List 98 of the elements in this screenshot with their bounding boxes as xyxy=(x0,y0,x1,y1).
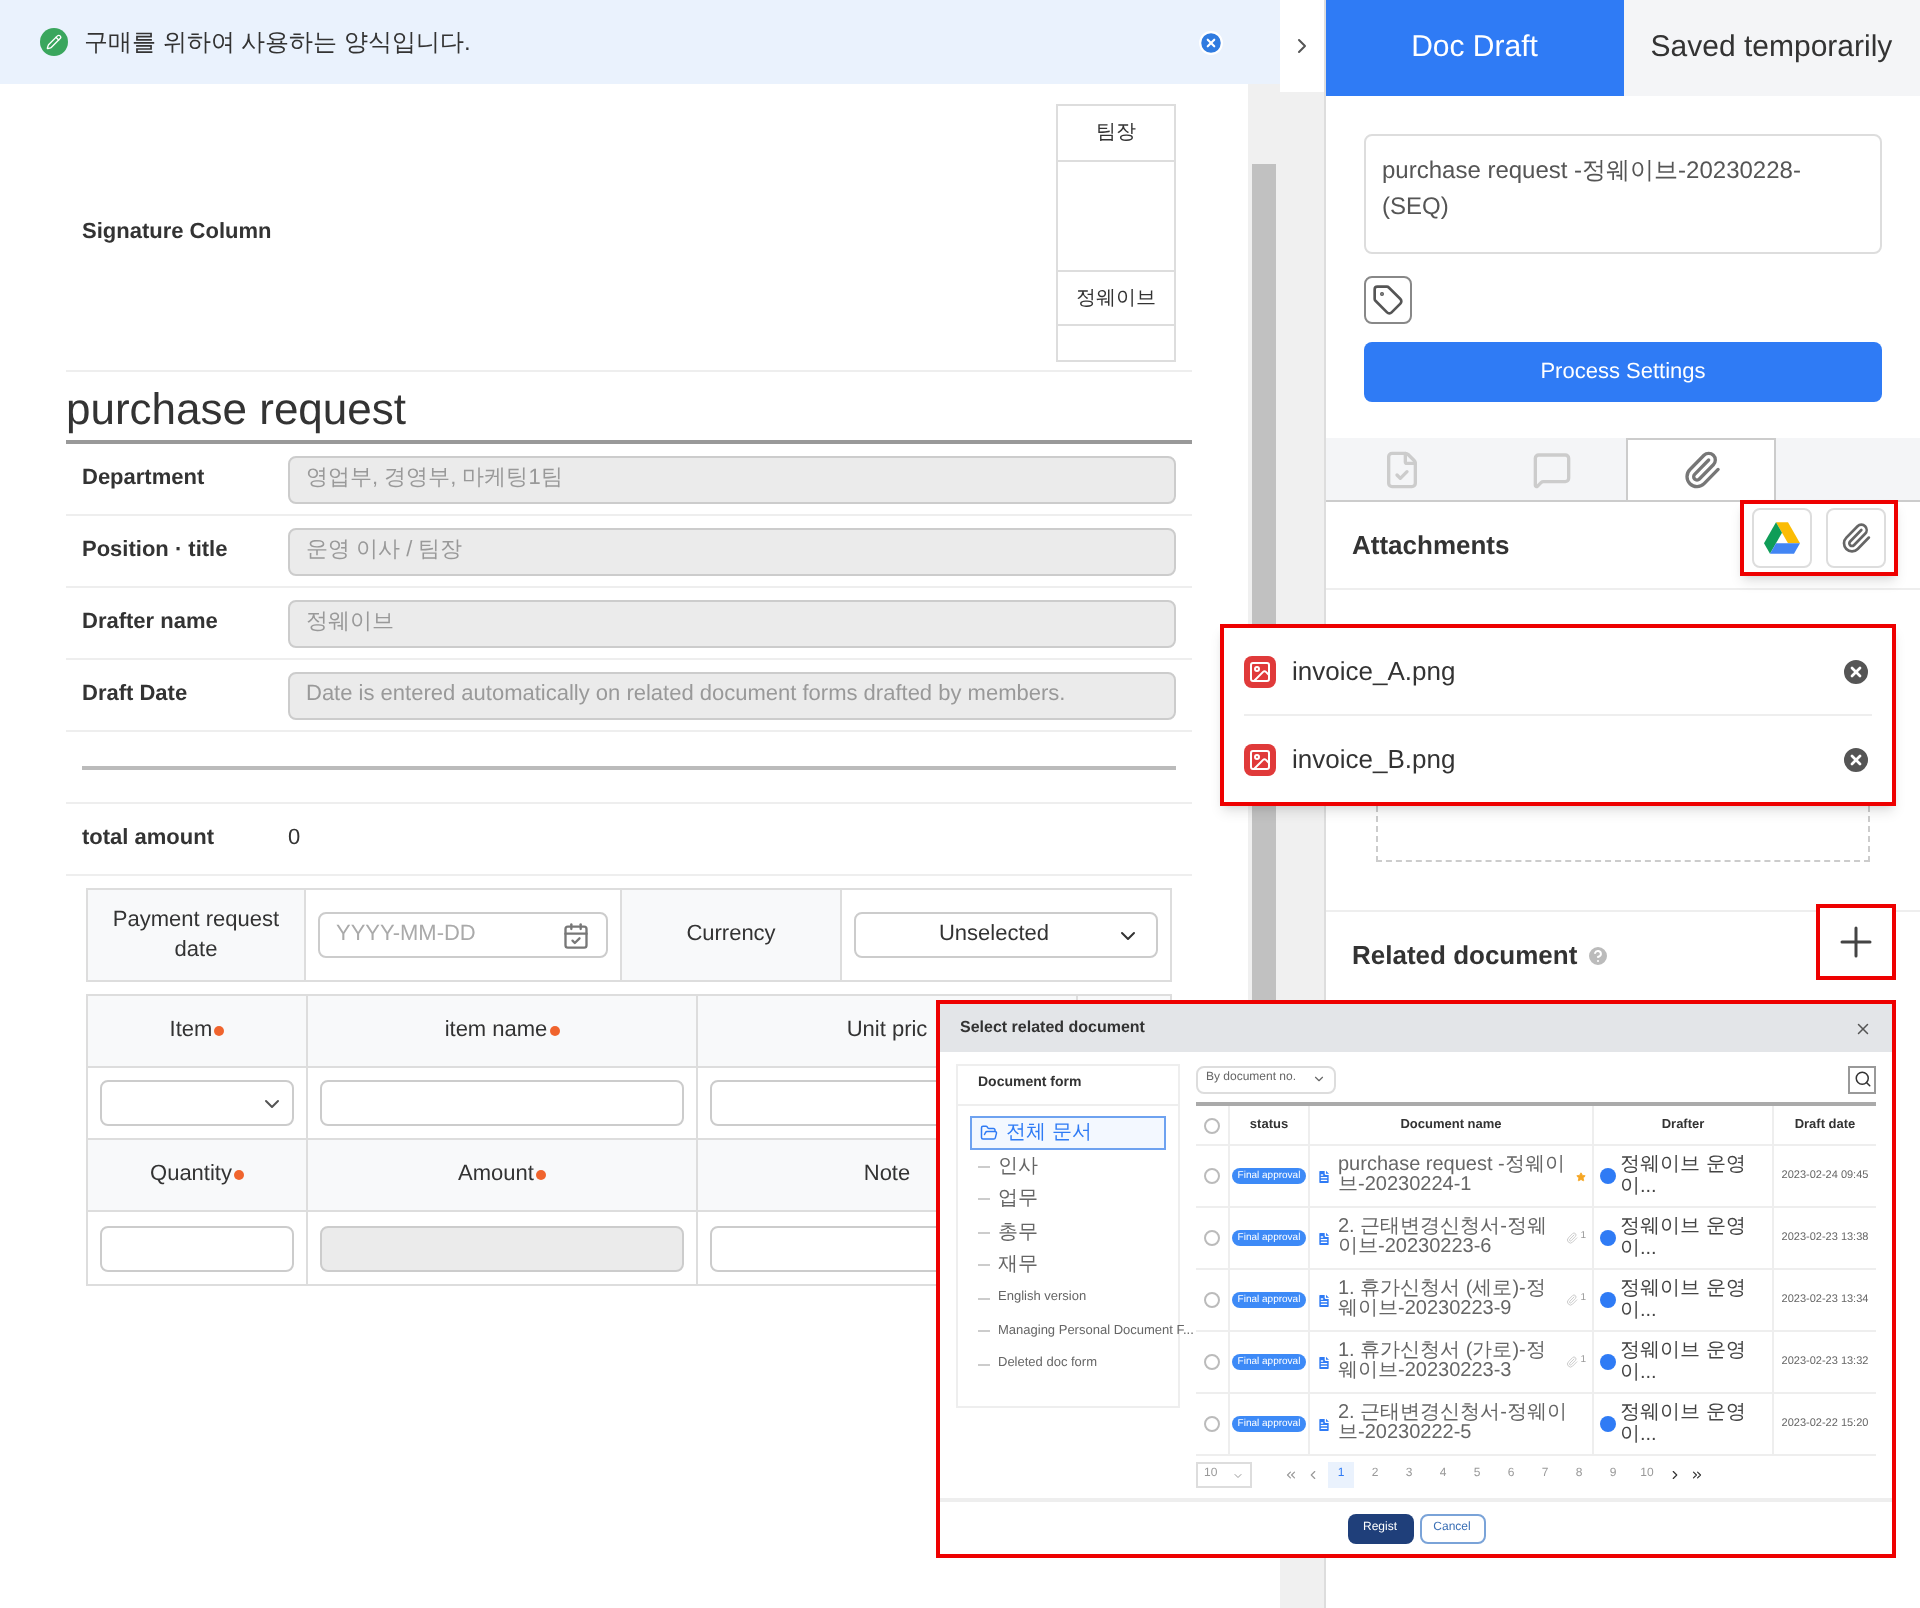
drafter-name: 정웨이브 운영 이... xyxy=(1620,1216,1748,1260)
search-button[interactable] xyxy=(1848,1065,1876,1093)
field-label: Draft Date xyxy=(80,680,190,711)
panel-tab[interactable]: Doc Draft xyxy=(1326,0,1623,96)
drafter-name: 정웨이브 운영 이... xyxy=(1620,1340,1748,1384)
paperclip-icon xyxy=(1566,1232,1579,1244)
tree-item[interactable]: 인사 xyxy=(998,1151,1038,1182)
paperclip-icon xyxy=(1681,450,1721,490)
document-icon xyxy=(1316,1353,1332,1371)
document-name[interactable]: purchase request -정웨이브-20230224-1 xyxy=(1338,1156,1570,1196)
document-icon xyxy=(1316,1291,1332,1309)
notice-text: 구매를 위하여 사용하는 양식입니다. xyxy=(84,26,473,60)
field-value: 영업부, 경영부, 마케팅1팀 xyxy=(288,455,1176,503)
currency-select[interactable]: Unselected xyxy=(854,912,1158,958)
first-page-icon[interactable] xyxy=(1284,1468,1298,1482)
tree-item[interactable]: 총무 xyxy=(998,1217,1038,1248)
item-input[interactable] xyxy=(320,1080,684,1126)
drafter-avatar-icon xyxy=(1600,1292,1616,1308)
total-value: 0 xyxy=(288,824,301,855)
currency-label: Currency xyxy=(622,890,842,980)
panel-icon-tab[interactable] xyxy=(1626,438,1776,500)
paperclip-icon xyxy=(1566,1294,1579,1306)
drafter-name: 정웨이브 운영 이... xyxy=(1620,1154,1748,1198)
tree-item[interactable]: 재무 xyxy=(998,1250,1038,1281)
column-header: Unit pric xyxy=(846,1016,928,1047)
file-name: invoice_B.png xyxy=(1292,741,1458,778)
chevron-down-icon xyxy=(1232,1469,1244,1481)
field-value: 정웨이브 xyxy=(288,599,1176,647)
total-label: total amount xyxy=(80,824,216,855)
select-all-checkbox[interactable] xyxy=(1204,1117,1220,1133)
item-select[interactable] xyxy=(100,1080,294,1126)
signature-name: 정웨이브 xyxy=(1058,272,1174,326)
panel-tab[interactable]: Saved temporarily xyxy=(1623,0,1920,96)
document-check-icon xyxy=(1381,449,1421,489)
column-header: Amount xyxy=(458,1160,534,1191)
help-icon[interactable] xyxy=(1585,943,1610,967)
tree-item[interactable]: 전체 문서 xyxy=(970,1116,1166,1150)
next-page-icon[interactable] xyxy=(1668,1468,1682,1482)
add-related-button[interactable] xyxy=(1816,904,1896,980)
edit-icon xyxy=(40,28,68,56)
form-title: purchase request xyxy=(66,380,1192,444)
field-label: Department xyxy=(80,464,207,495)
document-icon xyxy=(1316,1167,1332,1185)
paperclip-icon xyxy=(1840,522,1873,554)
payment-label: Payment request date xyxy=(88,890,306,980)
column-header: Quantity xyxy=(150,1160,232,1191)
row-checkbox[interactable] xyxy=(1204,1354,1220,1370)
drive-button[interactable] xyxy=(1751,508,1812,568)
drive-logo-icon xyxy=(1763,522,1800,554)
previous-page-icon[interactable] xyxy=(1306,1468,1320,1482)
document-name[interactable]: 2. 근태변경신청서-정웨이브-20230222-5 xyxy=(1338,1404,1586,1444)
dialog-title: Select related document xyxy=(960,1016,1147,1040)
file-name: invoice_A.png xyxy=(1292,653,1458,690)
column-header: Item xyxy=(169,1016,213,1047)
drafter-avatar-icon xyxy=(1600,1354,1616,1370)
row-checkbox[interactable] xyxy=(1204,1230,1220,1246)
tag-button[interactable] xyxy=(1364,276,1412,324)
signature-role: 팀장 xyxy=(1058,106,1174,162)
title-field[interactable]: purchase request -정웨이브-20230228-(SEQ) xyxy=(1364,134,1882,254)
item-input[interactable] xyxy=(100,1225,294,1271)
signature-label: Signature Column xyxy=(82,218,272,249)
folder-icon xyxy=(980,1124,998,1142)
row-checkbox[interactable] xyxy=(1204,1416,1220,1432)
drafter-name: 정웨이브 운영 이... xyxy=(1620,1278,1748,1322)
row-checkbox[interactable] xyxy=(1204,1168,1220,1184)
document-name[interactable]: 1. 휴가신청서 (세로)-정웨이브-20230223-9 xyxy=(1338,1280,1561,1320)
drafter-avatar-icon xyxy=(1600,1416,1616,1432)
search-icon xyxy=(1853,1070,1871,1088)
field-value: Date is entered automatically on related document forms drafted by members. xyxy=(288,671,1176,719)
image-file-icon xyxy=(1244,743,1276,775)
calendar-icon xyxy=(562,921,590,949)
document-icon xyxy=(1316,1229,1332,1247)
paperclip-icon xyxy=(1566,1356,1579,1368)
comment-icon xyxy=(1531,449,1571,489)
drafter-avatar-icon xyxy=(1600,1168,1616,1184)
field-label: Drafter name xyxy=(80,608,220,639)
close-icon[interactable] xyxy=(1854,1019,1872,1037)
field-value: 운영 이사 / 팀장 xyxy=(288,527,1176,575)
document-icon xyxy=(1316,1415,1332,1433)
attachments-title: Attachments xyxy=(1352,527,1510,564)
last-page-icon[interactable] xyxy=(1690,1468,1704,1482)
document-name[interactable]: 2. 근태변경신청서-정웨이브-20230223-6 xyxy=(1338,1218,1561,1258)
image-file-icon xyxy=(1244,655,1276,687)
drafter-name: 정웨이브 운영 이... xyxy=(1620,1402,1748,1446)
panel-toggle[interactable] xyxy=(1280,0,1324,92)
attach-file-button[interactable] xyxy=(1826,508,1887,568)
remove-icon[interactable] xyxy=(1840,655,1872,687)
drafter-avatar-icon xyxy=(1600,1230,1616,1246)
field-label: Position · title xyxy=(80,536,230,567)
remove-icon[interactable] xyxy=(1840,743,1872,775)
chevron-down-icon xyxy=(1312,1072,1326,1086)
related-document-title: Related document xyxy=(1352,937,1578,974)
process-settings-button[interactable]: Process Settings xyxy=(1364,342,1882,402)
column-header: Note xyxy=(863,1160,911,1191)
document-name[interactable]: 1. 휴가신청서 (가로)-정웨이브-20230223-3 xyxy=(1338,1342,1561,1382)
row-checkbox[interactable] xyxy=(1204,1292,1220,1308)
column-header: item name xyxy=(444,1016,548,1047)
tree-item[interactable]: 업무 xyxy=(998,1184,1038,1215)
